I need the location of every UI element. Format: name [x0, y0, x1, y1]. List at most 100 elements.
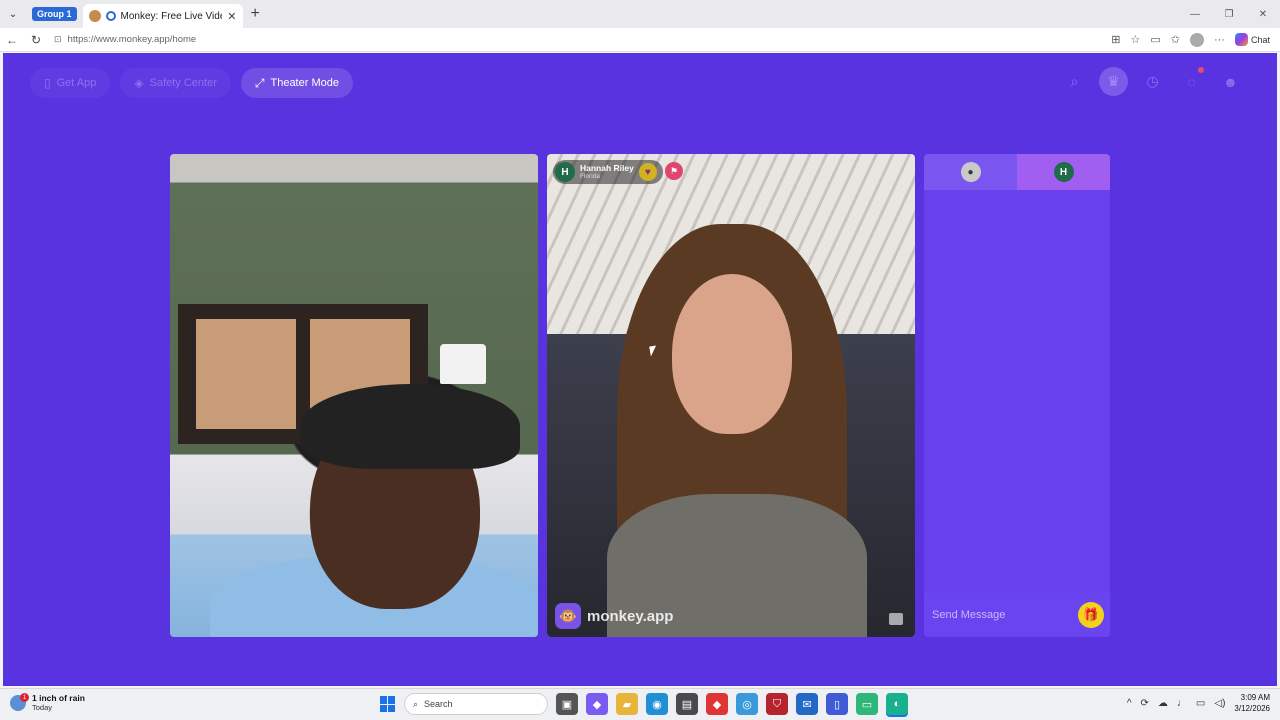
edge-icon[interactable]: ◉	[646, 693, 668, 715]
video-scene-lamp	[440, 344, 486, 384]
weather-text: 1 inch of rain Today	[32, 693, 85, 713]
chat-panel: ● H 🎁	[924, 154, 1110, 637]
red-app-icon[interactable]: ◆	[706, 693, 728, 715]
crown-icon[interactable]: ♛	[1099, 67, 1128, 96]
monkey-logo-icon: 🐵	[555, 603, 581, 629]
screenshot-icon[interactable]	[889, 613, 903, 625]
copilot-button[interactable]: Chat	[1234, 33, 1270, 46]
refresh-icon[interactable]: ↻	[24, 33, 48, 47]
edge-dev-icon[interactable]: ◐	[886, 693, 908, 715]
tab-group-chip[interactable]: Group 1	[32, 7, 77, 21]
taskbar-apps: ⌕ Search ▣ ◆ ▰ ◉ ▤ ◆ ◎ ⛉ ✉ ▯ ▭ ◐	[380, 693, 908, 715]
android-app-icon[interactable]: ▭	[856, 693, 878, 715]
microphone-icon[interactable]: ♩	[1177, 698, 1187, 709]
outlook-icon[interactable]: ✉	[796, 693, 818, 715]
close-tab-icon[interactable]: ✕	[227, 10, 236, 23]
store-icon[interactable]: ▤	[676, 693, 698, 715]
rain-icon: 1	[10, 693, 29, 711]
remote-user-badge[interactable]: H Hannah Riley Florida ♥	[553, 160, 663, 184]
report-flag-icon[interactable]: ⚑	[665, 162, 683, 180]
window-controls: — ❐ ✕	[1178, 0, 1280, 28]
monkey-avatar-icon[interactable]: ☻	[1216, 67, 1245, 96]
chat-tab-self[interactable]: ●	[924, 154, 1017, 190]
video-scene-panel	[196, 319, 296, 429]
theater-mode-button[interactable]: ⤢ Theater Mode	[240, 68, 353, 98]
local-video	[170, 154, 538, 637]
chat-bubble-icon[interactable]: ◌	[1177, 67, 1206, 96]
send-message-input[interactable]	[932, 609, 1078, 621]
close-window-icon[interactable]: ✕	[1246, 0, 1280, 28]
tab-title: Monkey: Free Live Video Chat	[120, 10, 223, 22]
system-tray: ^ ⟳ ☁ ♩ ▭ ◁) 3:09 AM 3/12/2026	[1127, 692, 1270, 714]
mouse-cursor-icon	[649, 345, 658, 357]
windows-taskbar: 1 1 inch of rain Today ⌕ Search ▣ ◆ ▰ ◉ …	[0, 688, 1280, 720]
app-available-icon[interactable]: ⊞	[1111, 33, 1120, 46]
top-nav: ▯ Get App ◈ Safety Center ⤢ Theater Mode	[30, 68, 353, 98]
header-icons: ⌕ ♛ ◷ ◌ ☻	[1060, 67, 1245, 96]
video-scene-cap	[300, 384, 520, 469]
copilot-app-icon[interactable]: ◆	[586, 693, 608, 715]
gift-icon[interactable]: 🎁	[1078, 602, 1104, 628]
browser-tab[interactable]: Monkey: Free Live Video Chat ✕	[82, 4, 243, 28]
remote-user-info: Hannah Riley Florida	[580, 163, 634, 181]
remote-avatar: H	[1053, 162, 1074, 182]
remote-user-name: Hannah Riley	[580, 163, 634, 173]
expand-icon: ⤢	[254, 75, 265, 90]
restore-icon[interactable]: ❐	[1212, 0, 1246, 28]
monkey-favicon-icon	[88, 10, 101, 22]
phone-icon: ▯	[44, 76, 51, 90]
get-app-label: Get App	[56, 77, 97, 89]
get-app-button[interactable]: ▯ Get App	[30, 68, 111, 98]
copilot-icon	[1234, 33, 1248, 46]
shield-icon: ◈	[134, 76, 144, 90]
browser-app-icon[interactable]: ◎	[736, 693, 758, 715]
minimize-icon[interactable]: —	[1178, 0, 1212, 28]
safety-center-button[interactable]: ◈ Safety Center	[120, 68, 231, 98]
tab-actions-menu-icon[interactable]: ⌄	[0, 0, 26, 28]
shield-app-icon[interactable]: ⛉	[766, 693, 788, 715]
url-field[interactable]: ⊡ https://www.monkey.app/home	[54, 30, 1111, 50]
favorite-star-icon[interactable]: ☆	[1130, 33, 1140, 46]
clock-date: 3/12/2026	[1234, 704, 1270, 713]
camera-in-use-icon[interactable]: ▭	[1150, 33, 1160, 46]
onedrive-icon[interactable]: ☁	[1158, 698, 1168, 709]
profile-avatar-icon[interactable]	[1189, 32, 1204, 47]
chat-tabs: ● H	[924, 154, 1110, 190]
search-icon: ⌕	[413, 698, 419, 709]
clock-time: 3:09 AM	[1240, 693, 1270, 702]
sync-icon[interactable]: ⟳	[1141, 698, 1149, 709]
chat-tab-remote[interactable]: H	[1017, 154, 1110, 190]
recording-indicator-icon	[105, 11, 116, 21]
file-explorer-icon[interactable]: ▰	[616, 693, 638, 715]
remote-video: H Hannah Riley Florida ♥ ⚑ 🐵 monkey.app	[547, 154, 915, 637]
notes-app-icon[interactable]: ▯	[826, 693, 848, 715]
new-tab-button[interactable]: +	[251, 5, 260, 23]
notification-dot	[1198, 67, 1204, 73]
video-scene-person-face	[672, 274, 792, 434]
windows-start-icon[interactable]	[380, 696, 396, 712]
site-info-icon[interactable]: ⊡	[54, 34, 62, 45]
clock[interactable]: 3:09 AM 3/12/2026	[1234, 692, 1270, 714]
copilot-label: Chat	[1250, 34, 1270, 45]
taskbar-search[interactable]: ⌕ Search	[404, 693, 548, 715]
safety-center-label: Safety Center	[149, 77, 217, 89]
task-view-icon[interactable]: ▣	[556, 693, 578, 715]
weather-widget[interactable]: 1 1 inch of rain Today	[10, 693, 85, 713]
theater-mode-label: Theater Mode	[270, 77, 339, 89]
history-icon[interactable]: ◷	[1138, 67, 1167, 96]
weather-main: 1 inch of rain	[32, 693, 85, 703]
display-icon[interactable]: ▭	[1196, 698, 1205, 709]
remote-user-avatar: H	[555, 162, 575, 182]
weather-badge: 1	[20, 693, 29, 702]
heart-icon[interactable]: ♥	[638, 163, 657, 181]
browser-toolbar: ⊞ ☆ ▭ ✩ ··· Chat	[1111, 32, 1280, 47]
monkey-watermark: 🐵 monkey.app	[555, 603, 673, 629]
more-options-icon[interactable]: ···	[1214, 34, 1225, 46]
tray-overflow-icon[interactable]: ^	[1127, 698, 1132, 709]
back-icon[interactable]: ←	[0, 33, 24, 47]
watermark-text: monkey.app	[587, 607, 674, 625]
favorites-icon[interactable]: ✩	[1171, 33, 1180, 46]
search-icon[interactable]: ⌕	[1060, 67, 1089, 96]
volume-icon[interactable]: ◁)	[1214, 698, 1225, 709]
chat-input-row: 🎁	[924, 593, 1110, 637]
